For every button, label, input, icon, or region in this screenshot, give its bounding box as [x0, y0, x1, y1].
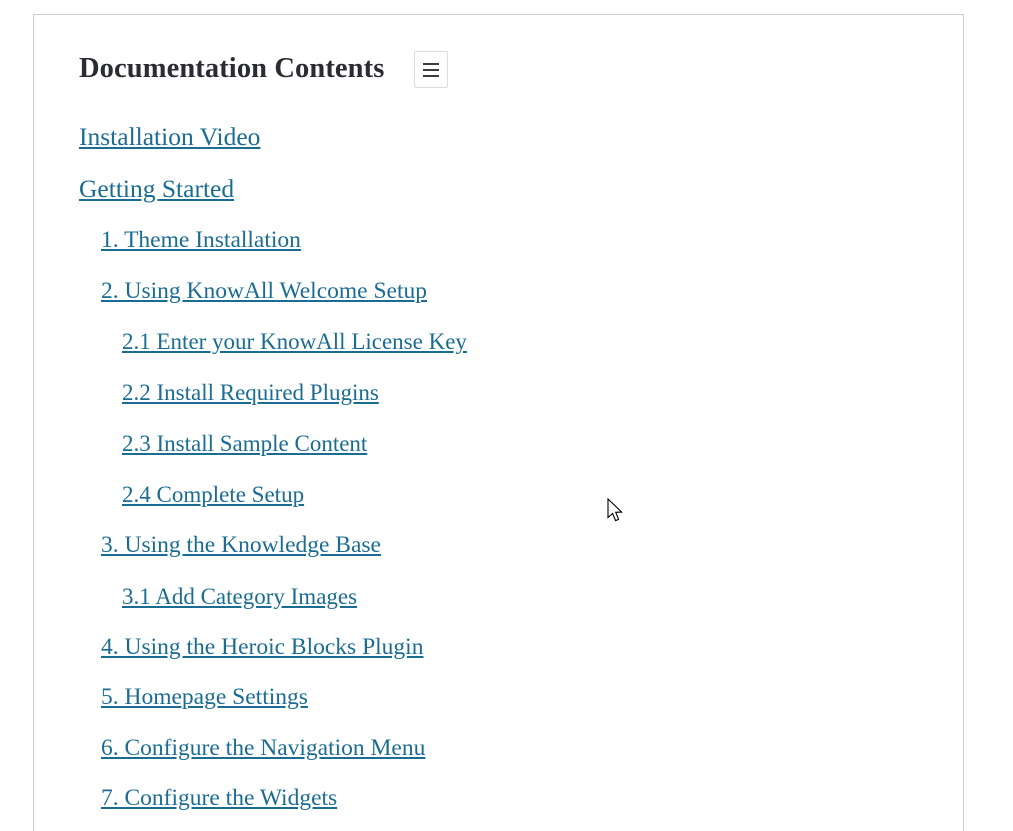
toc-item: 5. Homepage Settings — [101, 659, 919, 710]
toc-list: Installation Video Getting Started 1. Them… — [79, 98, 919, 811]
toc-item: 1. Theme Installation — [101, 202, 919, 253]
hamburger-bar-2 — [423, 68, 440, 71]
toc-item: 2.2 Install Required Plugins — [122, 354, 919, 405]
documentation-panel: Documentation Contents Installation Vide… — [33, 14, 964, 831]
toc-item: 7. Configure the Widgets — [101, 760, 919, 811]
toc-link[interactable]: 6. Configure the Navigation Menu — [101, 736, 425, 761]
toc-link[interactable]: 3.1 Add Category Images — [122, 585, 357, 608]
toc-item: 4. Using the Heroic Blocks Plugin — [101, 609, 919, 660]
toc-link[interactable]: 7. Configure the Widgets — [101, 786, 337, 811]
toc-link[interactable]: 2. Using KnowAll Welcome Setup — [101, 279, 427, 304]
toc-link[interactable]: 4. Using the Heroic Blocks Plugin — [101, 635, 423, 660]
documentation-inner: Documentation Contents Installation Vide… — [34, 15, 963, 811]
toc-item: 6. Configure the Navigation Menu — [101, 710, 919, 761]
toc-link[interactable]: 1. Theme Installation — [101, 228, 301, 253]
toc-item: Installation Video — [79, 98, 919, 150]
toc-link[interactable]: 5. Homepage Settings — [101, 685, 308, 710]
toc-item: 3. Using the Knowledge Base — [101, 507, 919, 558]
toc-link[interactable]: 2.4 Complete Setup — [122, 483, 304, 506]
hamburger-bar-1 — [423, 62, 440, 65]
toc-link[interactable]: 2.3 Install Sample Content — [122, 432, 367, 455]
hamburger-bar-3 — [423, 74, 440, 77]
documentation-header: Documentation Contents — [79, 51, 919, 88]
toc-link[interactable]: Getting Started — [79, 176, 234, 202]
toc-link[interactable]: 3. Using the Knowledge Base — [101, 533, 381, 558]
toc-item: 2.3 Install Sample Content — [122, 405, 919, 456]
toc-item: Getting Started — [79, 150, 919, 202]
toc-item: 2.1 Enter your KnowAll License Key — [122, 303, 919, 354]
toc-link[interactable]: 2.2 Install Required Plugins — [122, 381, 379, 404]
toc-toggle-button[interactable] — [414, 51, 449, 88]
page-root: Documentation Contents Installation Vide… — [0, 0, 1013, 831]
toc-item: 3.1 Add Category Images — [122, 558, 919, 609]
toc-link[interactable]: Installation Video — [79, 124, 260, 150]
toc-item: 2.4 Complete Setup — [122, 456, 919, 507]
page-title: Documentation Contents — [79, 53, 385, 85]
toc-link[interactable]: 2.1 Enter your KnowAll License Key — [122, 330, 467, 353]
toc-item: 2. Using KnowAll Welcome Setup — [101, 253, 919, 304]
